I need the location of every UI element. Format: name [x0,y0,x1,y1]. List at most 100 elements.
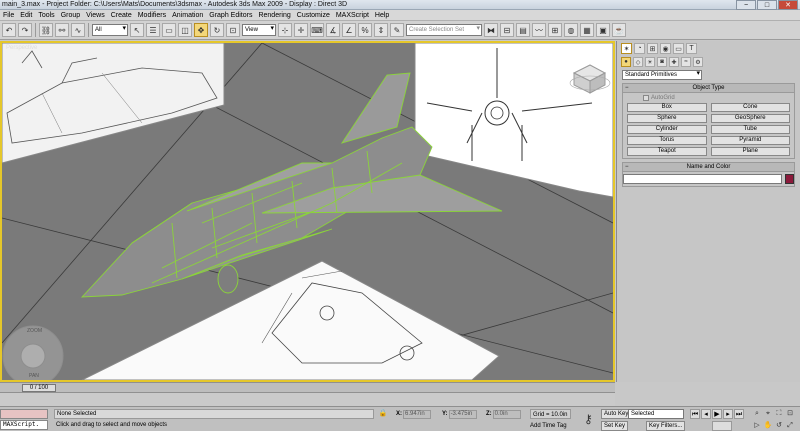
maxscript-listener-input[interactable]: MAXScript. [0,420,48,430]
cameras-icon[interactable]: ◙ [657,57,667,67]
name-color-header[interactable]: Name and Color [623,163,794,172]
torus-button[interactable]: Torus [627,136,707,145]
systems-icon[interactable]: ⚙ [693,57,703,67]
autogrid-checkbox[interactable]: AutoGrid [627,95,790,101]
geosphere-button[interactable]: GeoSphere [710,114,790,123]
display-tab-icon[interactable]: ▭ [673,43,684,54]
track-bar[interactable] [0,392,615,406]
menu-create[interactable]: Create [111,12,132,19]
snaps-toggle-icon[interactable]: ∡ [326,23,340,37]
menu-graph-editors[interactable]: Graph Editors [209,12,252,19]
geometry-icon[interactable]: ● [621,57,631,67]
edit-named-selection-icon[interactable]: ✎ [390,23,404,37]
reference-coordinate-dropdown[interactable]: View [242,24,276,36]
box-button[interactable]: Box [627,103,707,112]
zoom-extents-all-icon[interactable]: ⊡ [785,409,795,419]
bind-spacewarp-icon[interactable]: ∿ [71,23,85,37]
maximize-viewport-icon[interactable]: ⤢ [785,421,795,431]
lock-selection-icon[interactable]: 🔒 [378,409,388,419]
menu-file[interactable]: File [3,12,14,19]
blueprint-side-view[interactable] [2,43,225,164]
viewport-label[interactable]: Perspective [6,45,37,51]
sphere-button[interactable]: Sphere [627,114,707,123]
cylinder-button[interactable]: Cylinder [627,125,707,134]
cone-button[interactable]: Cone [710,103,790,112]
previous-frame-icon[interactable]: ◂ [701,409,711,419]
link-icon[interactable]: ⛓ [39,23,53,37]
align-icon[interactable]: ⊟ [500,23,514,37]
go-to-end-icon[interactable]: ⏭ [734,409,744,419]
redo-icon[interactable]: ↷ [18,23,32,37]
go-to-start-icon[interactable]: ⏮ [690,409,700,419]
mirror-icon[interactable]: ⧓ [484,23,498,37]
maxscript-listener-output[interactable] [0,409,48,419]
curve-editor-icon[interactable]: 〰 [532,23,546,37]
maximize-button[interactable]: □ [757,0,777,10]
key-filters-button[interactable]: Key Filters... [646,421,686,431]
checkbox-box[interactable] [643,95,649,101]
time-slider[interactable]: 0 / 100 [22,384,56,392]
teapot-button[interactable]: Teapot [627,147,707,156]
auto-key-button[interactable]: Auto Key [601,409,632,419]
rendered-frame-icon[interactable]: ▣ [596,23,610,37]
select-scale-icon[interactable]: ⊡ [226,23,240,37]
menu-help[interactable]: Help [375,12,389,19]
window-crossing-icon[interactable]: ◫ [178,23,192,37]
plane-button[interactable]: Plane [710,147,790,156]
menu-group[interactable]: Group [61,12,80,19]
set-key-button[interactable]: Set Key [601,421,629,431]
named-selection-dropdown[interactable]: Create Selection Set [406,24,482,36]
menu-modifiers[interactable]: Modifiers [138,12,166,19]
utilities-tab-icon[interactable]: T [686,43,697,54]
current-frame-field[interactable] [712,421,732,431]
play-icon[interactable]: ▶ [712,409,722,419]
zoom-icon[interactable]: ⌕ [752,409,762,419]
render-setup-icon[interactable]: ▦ [580,23,594,37]
object-color-swatch[interactable] [785,174,794,184]
menu-tools[interactable]: Tools [38,12,54,19]
percent-snap-icon[interactable]: % [358,23,372,37]
layer-manager-icon[interactable]: ▤ [516,23,530,37]
select-move-icon[interactable]: ✥ [194,23,208,37]
add-time-tag[interactable]: Add Time Tag [518,421,567,431]
key-mode-dropdown[interactable]: Selected [628,409,684,419]
steering-wheel-navigator[interactable]: ZOOM PAN [2,325,64,380]
pan-icon[interactable]: ✋ [763,421,773,431]
close-button[interactable]: ✕ [778,0,798,10]
motion-tab-icon[interactable]: ◉ [660,43,671,54]
pivot-center-icon[interactable]: ⊹ [278,23,292,37]
shapes-icon[interactable]: ◇ [633,57,643,67]
select-object-icon[interactable]: ↖ [130,23,144,37]
manipulate-icon[interactable]: ✛ [294,23,308,37]
y-value-field[interactable]: -3.475in [448,409,477,419]
z-value-field[interactable]: 0.0in [492,409,521,419]
create-tab-icon[interactable]: ✶ [621,43,632,54]
zoom-extents-icon[interactable]: ⛶ [774,409,784,419]
unlink-icon[interactable]: ⚯ [55,23,69,37]
orbit-icon[interactable]: ↺ [774,421,784,431]
keyboard-shortcut-icon[interactable]: ⌨ [310,23,324,37]
select-by-name-icon[interactable]: ☰ [146,23,160,37]
blueprint-front-view[interactable] [414,43,613,198]
lights-icon[interactable]: ☀ [645,57,655,67]
perspective-viewport[interactable]: ZOOM PAN Perspective [0,41,615,382]
angle-snap-icon[interactable]: ∠ [342,23,356,37]
object-name-field[interactable] [623,174,782,184]
menu-views[interactable]: Views [86,12,105,19]
hierarchy-tab-icon[interactable]: ⊞ [647,43,658,54]
spacewarps-icon[interactable]: ≈ [681,57,691,67]
menu-rendering[interactable]: Rendering [258,12,290,19]
x-value-field[interactable]: 6.947in [403,409,431,419]
tube-button[interactable]: Tube [710,125,790,134]
render-production-icon[interactable]: ☕ [612,23,626,37]
spinner-snap-icon[interactable]: ⇕ [374,23,388,37]
key-icon[interactable]: ⚷ [584,412,593,426]
menu-edit[interactable]: Edit [20,12,32,19]
rectangular-selection-icon[interactable]: ▭ [162,23,176,37]
select-rotate-icon[interactable]: ↻ [210,23,224,37]
pyramid-button[interactable]: Pyramid [710,136,790,145]
schematic-view-icon[interactable]: ⊞ [548,23,562,37]
menu-maxscript[interactable]: MAXScript [336,12,369,19]
minimize-button[interactable]: − [736,0,756,10]
selection-filter-dropdown[interactable]: All [92,24,128,36]
